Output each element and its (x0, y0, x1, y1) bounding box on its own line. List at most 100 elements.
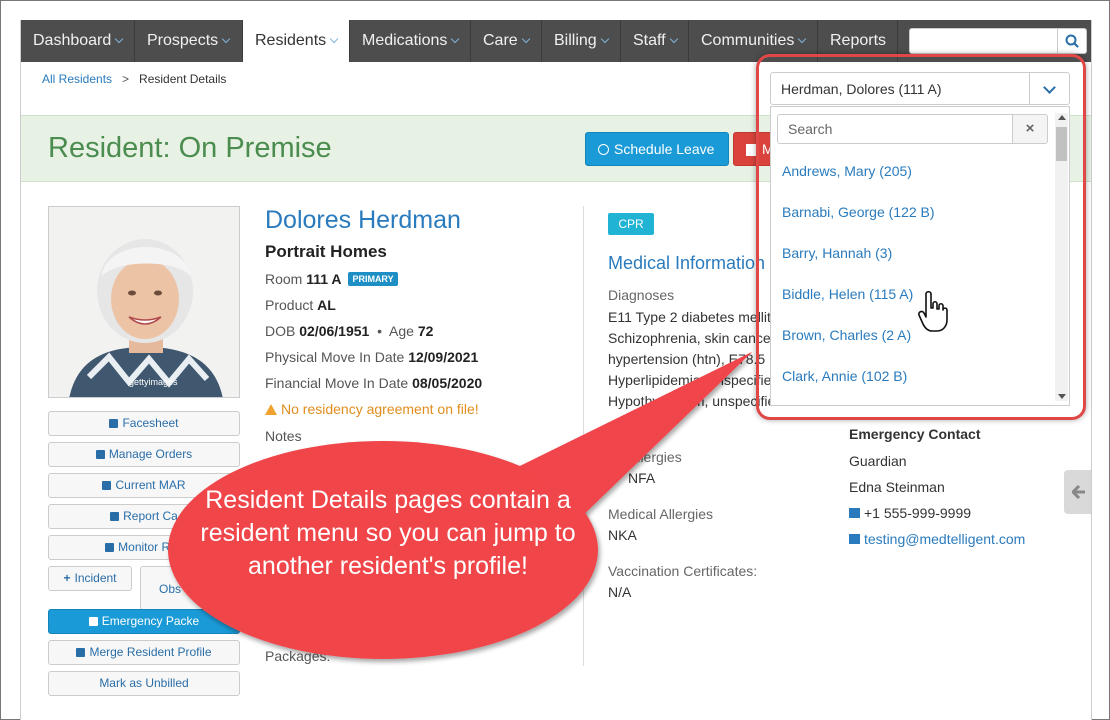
physical-move-in-line: Physical Move In Date 12/09/2021 (265, 349, 478, 365)
manage-orders-label: Manage Orders (108, 447, 193, 461)
room-label: Room (265, 271, 303, 287)
emergency-phone: +1 555-999-9999 (849, 505, 971, 521)
vaccination-label: Vaccination Certificates: (608, 563, 758, 579)
product-value: AL (317, 297, 336, 313)
diagnosis-line: Schizophrenia, skin cance (608, 330, 771, 346)
resident-photo: gettyimages (48, 206, 240, 398)
breadcrumb-current: Resident Details (139, 72, 227, 86)
nav-label: Staff (633, 32, 666, 49)
search-icon (1065, 34, 1079, 48)
file-icon (110, 512, 120, 521)
financial-label: Financial Move In Date (265, 375, 409, 391)
room-line: Room 111 A PRIMARY (265, 271, 398, 288)
hand-cursor-icon (918, 290, 948, 332)
manage-orders-button[interactable]: Manage Orders (48, 442, 240, 467)
incident-button[interactable]: + Incident (48, 566, 132, 591)
breadcrumb-separator: > (122, 72, 130, 86)
cpr-badge: CPR (608, 213, 654, 235)
schedule-leave-label: Schedule Leave (614, 141, 715, 157)
physical-label: Physical Move In Date (265, 349, 405, 365)
nav-label: Medications (362, 32, 448, 49)
food-allergies-value: NFA (628, 470, 656, 486)
chevron-down-icon (115, 34, 124, 44)
merge-label: Merge Resident Profile (89, 645, 212, 659)
resident-portrait (49, 207, 239, 397)
home-icon (849, 508, 860, 518)
resident-name: Dolores Herdman (265, 206, 461, 234)
refresh-icon (76, 648, 86, 657)
breadcrumb-all-residents[interactable]: All Residents (42, 72, 112, 86)
chevron-down-icon (798, 34, 807, 44)
chevron-down-icon (521, 34, 530, 44)
product-line: Product AL (265, 297, 336, 313)
phone-text: +1 555-999-9999 (864, 505, 972, 521)
page-title: Resident: On Premise (48, 132, 332, 164)
physical-value: 12/09/2021 (408, 349, 479, 365)
mark-unbilled-button[interactable]: Mark as Unbilled (48, 671, 240, 696)
dob-value: 02/06/1951 (299, 323, 370, 339)
monitor-label: Monitor Res (118, 540, 183, 554)
warning-text: No residency agreement on file! (281, 401, 479, 417)
nav-label: Dashboard (33, 32, 112, 49)
envelope-icon (849, 534, 860, 544)
email-text: testing@medtelligent.com (864, 531, 1026, 547)
calendar-icon (102, 481, 112, 490)
medical-allergies-value: NKA (608, 527, 637, 543)
report-card-label: Report Ca (123, 509, 178, 523)
photo-watermark: gettyimages (129, 377, 178, 387)
nav-label: Reports (830, 32, 887, 49)
chevron-down-icon (329, 34, 339, 44)
emergency-packet-button[interactable]: Emergency Packe (48, 609, 240, 634)
packages-label: Packages: (265, 648, 331, 664)
notes-label: Notes (265, 428, 302, 444)
emergency-email-link[interactable]: testing@medtelligent.com (849, 531, 1025, 547)
callout-text: Resident Details pages contain a residen… (200, 486, 576, 580)
age-label: Age (389, 323, 414, 339)
nav-label: Residents (255, 32, 327, 49)
nav-item-medications[interactable]: Medications (350, 20, 471, 62)
chevron-down-icon (669, 34, 678, 44)
callout-highlight-box (756, 54, 1086, 420)
unbilled-label: Mark as Unbilled (99, 676, 189, 690)
chevron-down-icon (221, 34, 231, 44)
schedule-leave-button[interactable]: Schedule Leave (585, 132, 729, 166)
emergency-name: Edna Steinman (849, 479, 945, 495)
nav-item-staff[interactable]: Staff (621, 20, 689, 62)
nav-item-prospects[interactable]: Prospects (135, 20, 243, 62)
nav-search-button[interactable] (1057, 28, 1087, 54)
financial-value: 08/05/2020 (412, 375, 483, 391)
warning-icon (265, 404, 277, 415)
document-icon (746, 144, 756, 156)
bolt-icon (88, 617, 98, 626)
chevron-down-icon (451, 34, 460, 44)
side-panel-toggle[interactable] (1064, 470, 1091, 514)
nav-item-residents[interactable]: Residents (243, 20, 350, 62)
facesheet-label: Facesheet (122, 416, 179, 430)
column-divider (583, 206, 584, 666)
diagnosis-line: E11 Type 2 diabetes mellit (608, 309, 771, 325)
financial-move-in-line: Financial Move In Date 08/05/2020 (265, 375, 482, 391)
nav-search-input[interactable] (909, 28, 1059, 54)
nav-item-billing[interactable]: Billing (542, 20, 621, 62)
nav-item-care[interactable]: Care (471, 20, 542, 62)
room-value: 111 A (306, 271, 342, 287)
nav-label: Communities (701, 32, 795, 49)
nav-label: Care (483, 32, 518, 49)
clock-icon (598, 144, 609, 155)
arrow-left-icon (1072, 485, 1085, 499)
heartbeat-icon (105, 543, 115, 552)
nav-item-dashboard[interactable]: Dashboard (21, 20, 135, 62)
facesheet-button[interactable]: Facesheet (48, 411, 240, 436)
medkit-icon (95, 450, 105, 459)
breadcrumb: All Residents > Resident Details (42, 72, 226, 86)
medical-allergies-label: Medical Allergies (608, 506, 714, 522)
food-allergies-label: Allergies (628, 449, 682, 465)
product-label: Product (265, 297, 314, 313)
nav-label: Prospects (147, 32, 219, 49)
medical-info-title: Medical Information (608, 253, 766, 273)
emergency-packet-label: Emergency Packe (101, 614, 200, 628)
observation-label: Obs (159, 582, 182, 596)
merge-resident-button[interactable]: Merge Resident Profile (48, 640, 240, 665)
vaccination-value: N/A (608, 584, 632, 600)
plus-icon: + (63, 571, 71, 585)
